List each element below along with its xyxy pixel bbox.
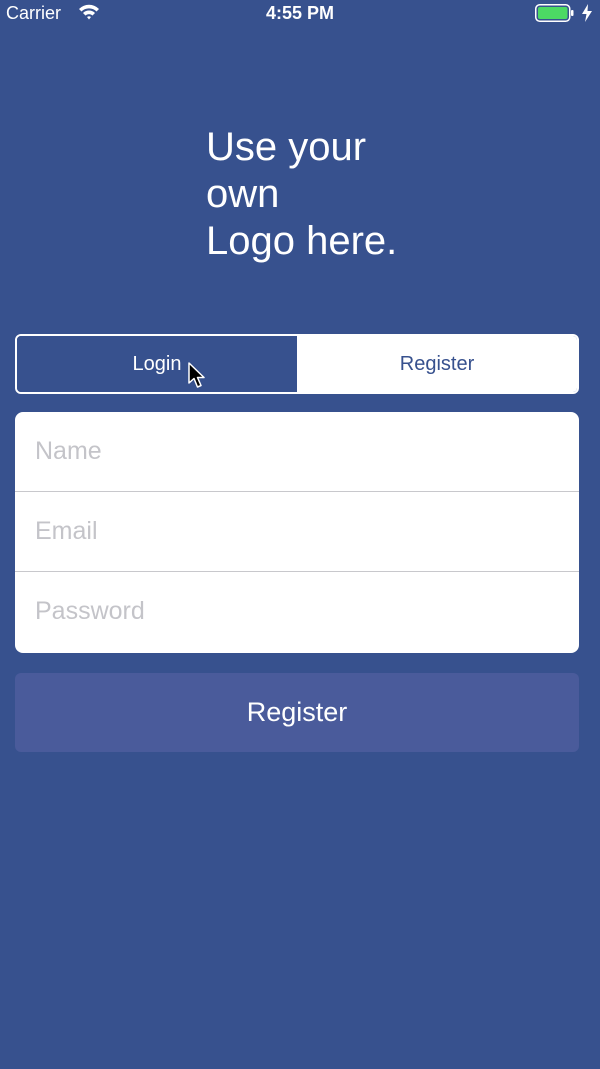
clock-time: 4:55 PM	[265, 3, 335, 23]
email-input[interactable]	[15, 492, 579, 571]
tab-register[interactable]: Register	[297, 336, 577, 392]
password-input[interactable]	[15, 572, 579, 651]
name-input[interactable]	[15, 412, 579, 491]
mouse-pointer-icon	[188, 362, 208, 390]
tab-login-label: Login	[132, 352, 182, 375]
tab-login[interactable]: Login	[17, 336, 297, 392]
logo-placeholder-text: Use your own Logo here.	[206, 125, 398, 263]
tab-register-label: Register	[399, 352, 475, 375]
battery-icon	[535, 4, 575, 22]
email-field-row	[15, 492, 579, 572]
registration-form	[15, 412, 579, 653]
name-field-row	[15, 412, 579, 492]
status-bar: Carrier 4:55 PM	[0, 0, 600, 26]
password-field-row	[15, 572, 579, 651]
charging-bolt-icon	[581, 4, 593, 22]
register-button[interactable]: Register	[15, 673, 579, 752]
login-register-segmented-control: Login Register	[15, 334, 579, 394]
